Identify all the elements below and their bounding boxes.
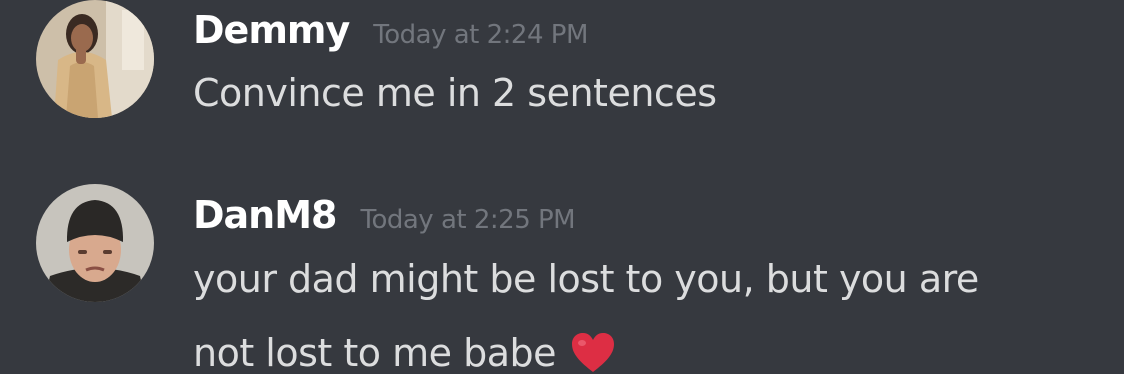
user-avatar-icon (36, 0, 154, 118)
user-avatar-icon (36, 184, 154, 302)
message-group: DanM8 Today at 2:25 PM your dad might be … (0, 182, 1124, 374)
username[interactable]: DanM8 (193, 193, 337, 237)
avatar-demmy[interactable] (36, 0, 154, 118)
chat-messages: Demmy Today at 2:24 PM Convince me in 2 s… (0, 0, 1124, 374)
message-text-line-2: not lost to me babe (193, 316, 1093, 374)
message-content: Convince me in 2 sentences (193, 56, 1093, 130)
username[interactable]: Demmy (193, 8, 350, 52)
avatar-danm8[interactable] (36, 184, 154, 302)
message-group: Demmy Today at 2:24 PM Convince me in 2 s… (0, 0, 1124, 150)
message-content: your dad might be lost to you, but you a… (193, 242, 1093, 374)
timestamp: Today at 2:25 PM (360, 205, 576, 235)
timestamp: Today at 2:24 PM (373, 20, 588, 50)
red-heart-icon (570, 332, 616, 374)
message-text-line-2-text: not lost to me babe (193, 331, 557, 374)
message-text: Convince me in 2 sentences (193, 71, 717, 115)
message-text-line-1: your dad might be lost to you, but you a… (193, 257, 979, 301)
